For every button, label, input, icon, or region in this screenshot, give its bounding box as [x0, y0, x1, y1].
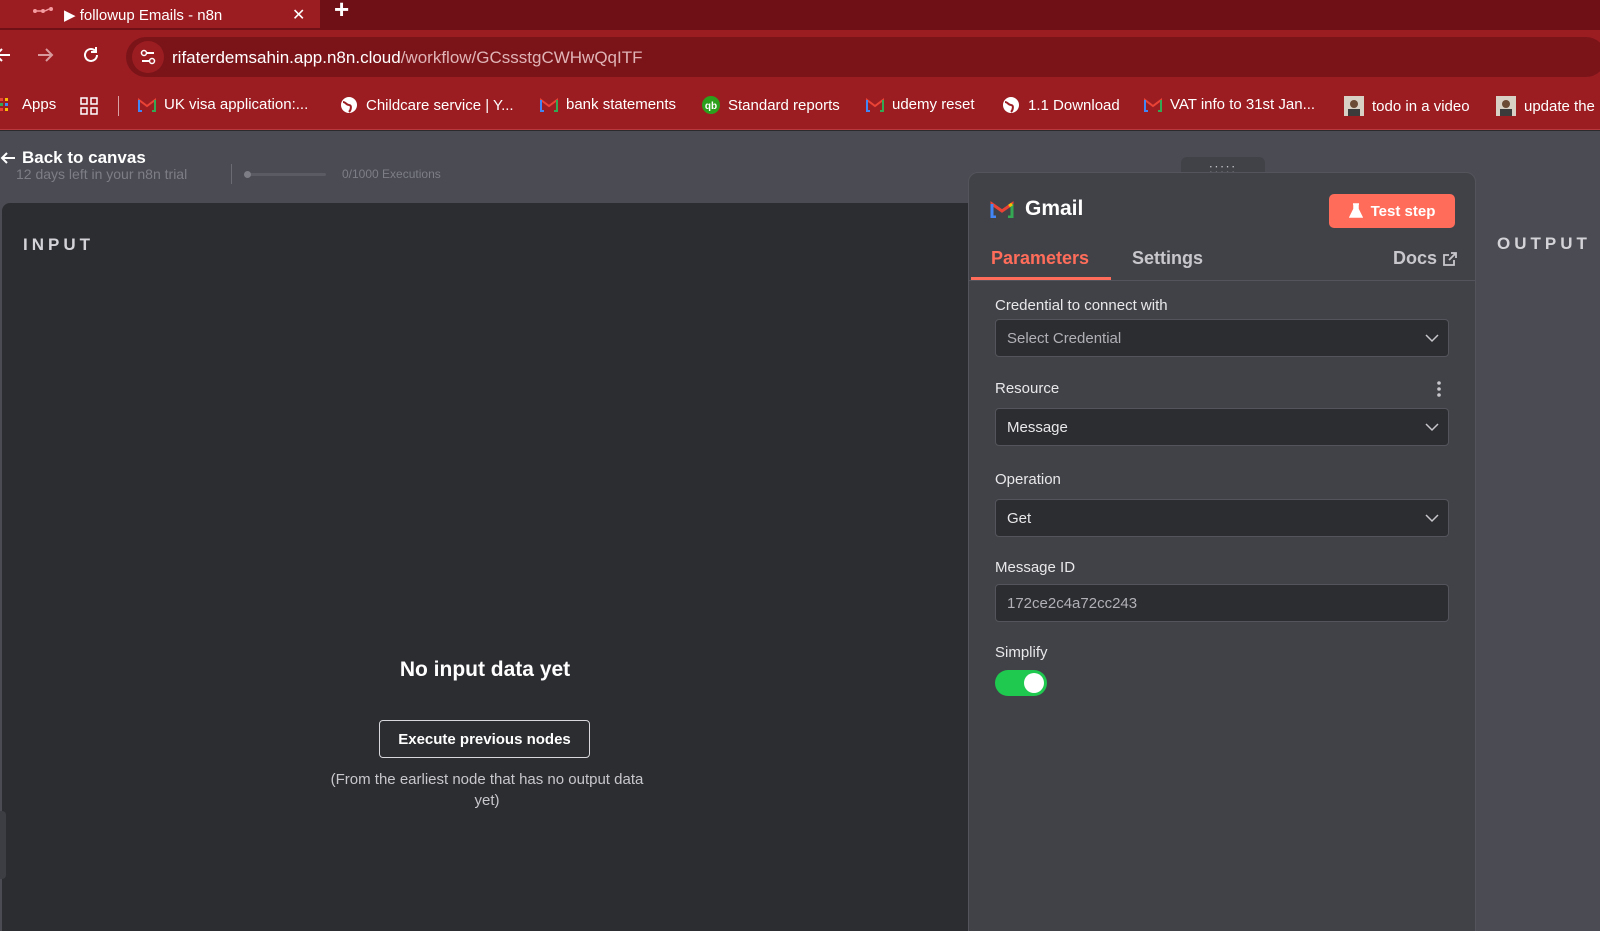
node-title: Gmail [1025, 197, 1084, 220]
executions-progress [244, 171, 326, 178]
gmail-icon [540, 97, 558, 112]
address-bar[interactable]: rifaterdemsahin.app.n8n.cloud/workflow/G… [126, 37, 1600, 77]
credential-select[interactable]: Select Credential [995, 319, 1449, 357]
input-panel-title: INPUT [23, 235, 94, 254]
simplify-toggle[interactable] [995, 670, 1047, 696]
bookmark-label: Childcare service | Y... [366, 96, 514, 114]
execute-hint: (From the earliest node that has no outp… [330, 771, 644, 809]
forward-arrow-icon[interactable] [34, 44, 56, 66]
message-id-label: Message ID [995, 559, 1076, 576]
avatar-icon [1496, 96, 1516, 116]
bookmark-apps[interactable]: Apps [0, 96, 56, 113]
test-step-label: Test step [1370, 202, 1436, 220]
quickbooks-icon: qb [702, 96, 720, 114]
bookmarks-divider [118, 96, 119, 116]
panel-resize-handle[interactable] [0, 811, 6, 879]
input-panel: INPUT No input data yet Execute previous… [2, 203, 968, 931]
node-tabs: Parameters Settings Docs [969, 237, 1475, 281]
bookmark-label: bank statements [566, 96, 677, 113]
tab-strip: ▶ followup Emails - n8n ✕ + [0, 0, 1600, 30]
toggle-knob [1024, 673, 1044, 693]
trial-banner: 12 days left in your n8n trial [16, 166, 188, 182]
tab-close-icon[interactable]: ✕ [292, 5, 305, 25]
bookmark-item[interactable]: todo in a video [1344, 96, 1470, 116]
output-panel-title: OUTPUT [1497, 234, 1591, 253]
url-host: rifaterdemsahin.app.n8n.cloud [172, 48, 401, 67]
globe-icon [341, 97, 357, 113]
gmail-logo-icon [990, 201, 1014, 218]
bookmark-item[interactable]: qb Standard reports [702, 96, 840, 114]
test-step-button[interactable]: Test step [1329, 194, 1455, 228]
apps-icon [0, 97, 8, 111]
executions-count: 0/1000 Executions [342, 167, 441, 181]
arrow-left-icon [0, 152, 15, 164]
bookmark-item[interactable]: 1.1 Download [1002, 96, 1120, 114]
back-arrow-icon[interactable] [0, 44, 14, 66]
operation-label: Operation [995, 471, 1061, 488]
bookmark-label: VAT info to 31st Jan... [1170, 96, 1316, 113]
docs-label: Docs [1393, 248, 1438, 268]
no-input-title: No input data yet [399, 658, 571, 681]
resource-select[interactable]: Message [995, 408, 1449, 446]
credential-placeholder: Select Credential [1007, 330, 1122, 347]
n8n-favicon-icon [33, 7, 53, 13]
parameters-form: Credential to connect with Select Creden… [969, 281, 1475, 931]
bookmark-item[interactable]: udemy reset [866, 96, 975, 113]
chevron-down-icon [1425, 514, 1439, 523]
new-tab-button[interactable]: + [334, 0, 349, 25]
credential-label: Credential to connect with [995, 297, 1168, 314]
node-settings-panel: Gmail Test step Parameters Settings Docs… [968, 172, 1476, 931]
gmail-icon [1144, 97, 1162, 112]
operation-select[interactable]: Get [995, 499, 1449, 537]
bookmark-label: 1.1 Download [1028, 96, 1120, 114]
back-to-canvas-button[interactable]: Back to canvas [0, 148, 146, 168]
bookmark-label: Standard reports [728, 96, 840, 114]
tab-title: ▶ followup Emails - n8n [64, 7, 223, 24]
bookmark-item[interactable]: bank statements [540, 96, 676, 113]
bookmark-label: Apps [22, 96, 57, 113]
gmail-icon [138, 97, 156, 112]
grid-icon[interactable] [80, 97, 98, 115]
chevron-down-icon [1425, 423, 1439, 432]
docs-link[interactable]: Docs [1393, 248, 1457, 269]
url-path: /workflow/GCssstgCWHwQqITF [400, 48, 643, 67]
resource-label: Resource [995, 380, 1060, 397]
bookmarks-bar: Apps UK visa application:... Childcare s… [0, 82, 1600, 130]
tab-parameters[interactable]: Parameters [991, 248, 1089, 269]
operation-value: Get [1007, 510, 1032, 527]
chevron-down-icon [1425, 334, 1439, 343]
n8n-node-view: 12 days left in your n8n trial 0/1000 Ex… [0, 131, 1600, 931]
active-tab-indicator [971, 277, 1111, 280]
node-header: Gmail Test step [969, 173, 1475, 237]
gmail-icon [866, 97, 884, 112]
message-id-input[interactable]: 172ce2c4a72cc243 [995, 584, 1449, 622]
url-text: rifaterdemsahin.app.n8n.cloud/workflow/G… [172, 48, 643, 68]
browser-toolbar: rifaterdemsahin.app.n8n.cloud/workflow/G… [0, 30, 1600, 82]
bookmark-label: UK visa application:... [164, 96, 309, 113]
resource-value: Message [1007, 419, 1068, 436]
external-link-icon [1443, 251, 1457, 266]
globe-icon [1003, 97, 1019, 113]
flask-icon [1348, 203, 1363, 218]
more-options-icon[interactable] [1435, 380, 1443, 398]
simplify-label: Simplify [995, 644, 1048, 661]
avatar-icon [1344, 96, 1364, 116]
reload-icon[interactable] [80, 44, 102, 66]
browser-tab[interactable]: ▶ followup Emails - n8n ✕ [0, 0, 320, 28]
bookmark-item[interactable]: UK visa application:... [138, 96, 308, 113]
tab-settings[interactable]: Settings [1132, 248, 1203, 269]
bookmark-item[interactable]: VAT info to 31st Jan... [1144, 96, 1315, 113]
site-info-icon[interactable] [132, 41, 164, 73]
back-label: Back to canvas [22, 148, 146, 167]
bookmark-label: update the [1524, 97, 1595, 115]
bookmark-item[interactable]: update the [1496, 96, 1595, 116]
execute-previous-nodes-button[interactable]: Execute previous nodes [379, 720, 590, 758]
bookmark-item[interactable]: Childcare service | Y... [340, 96, 514, 114]
trial-divider [231, 164, 232, 184]
svg-text:qb: qb [705, 101, 717, 112]
bookmark-label: udemy reset [892, 96, 975, 113]
message-id-value: 172ce2c4a72cc243 [1007, 595, 1138, 612]
bookmark-label: todo in a video [1372, 97, 1470, 115]
